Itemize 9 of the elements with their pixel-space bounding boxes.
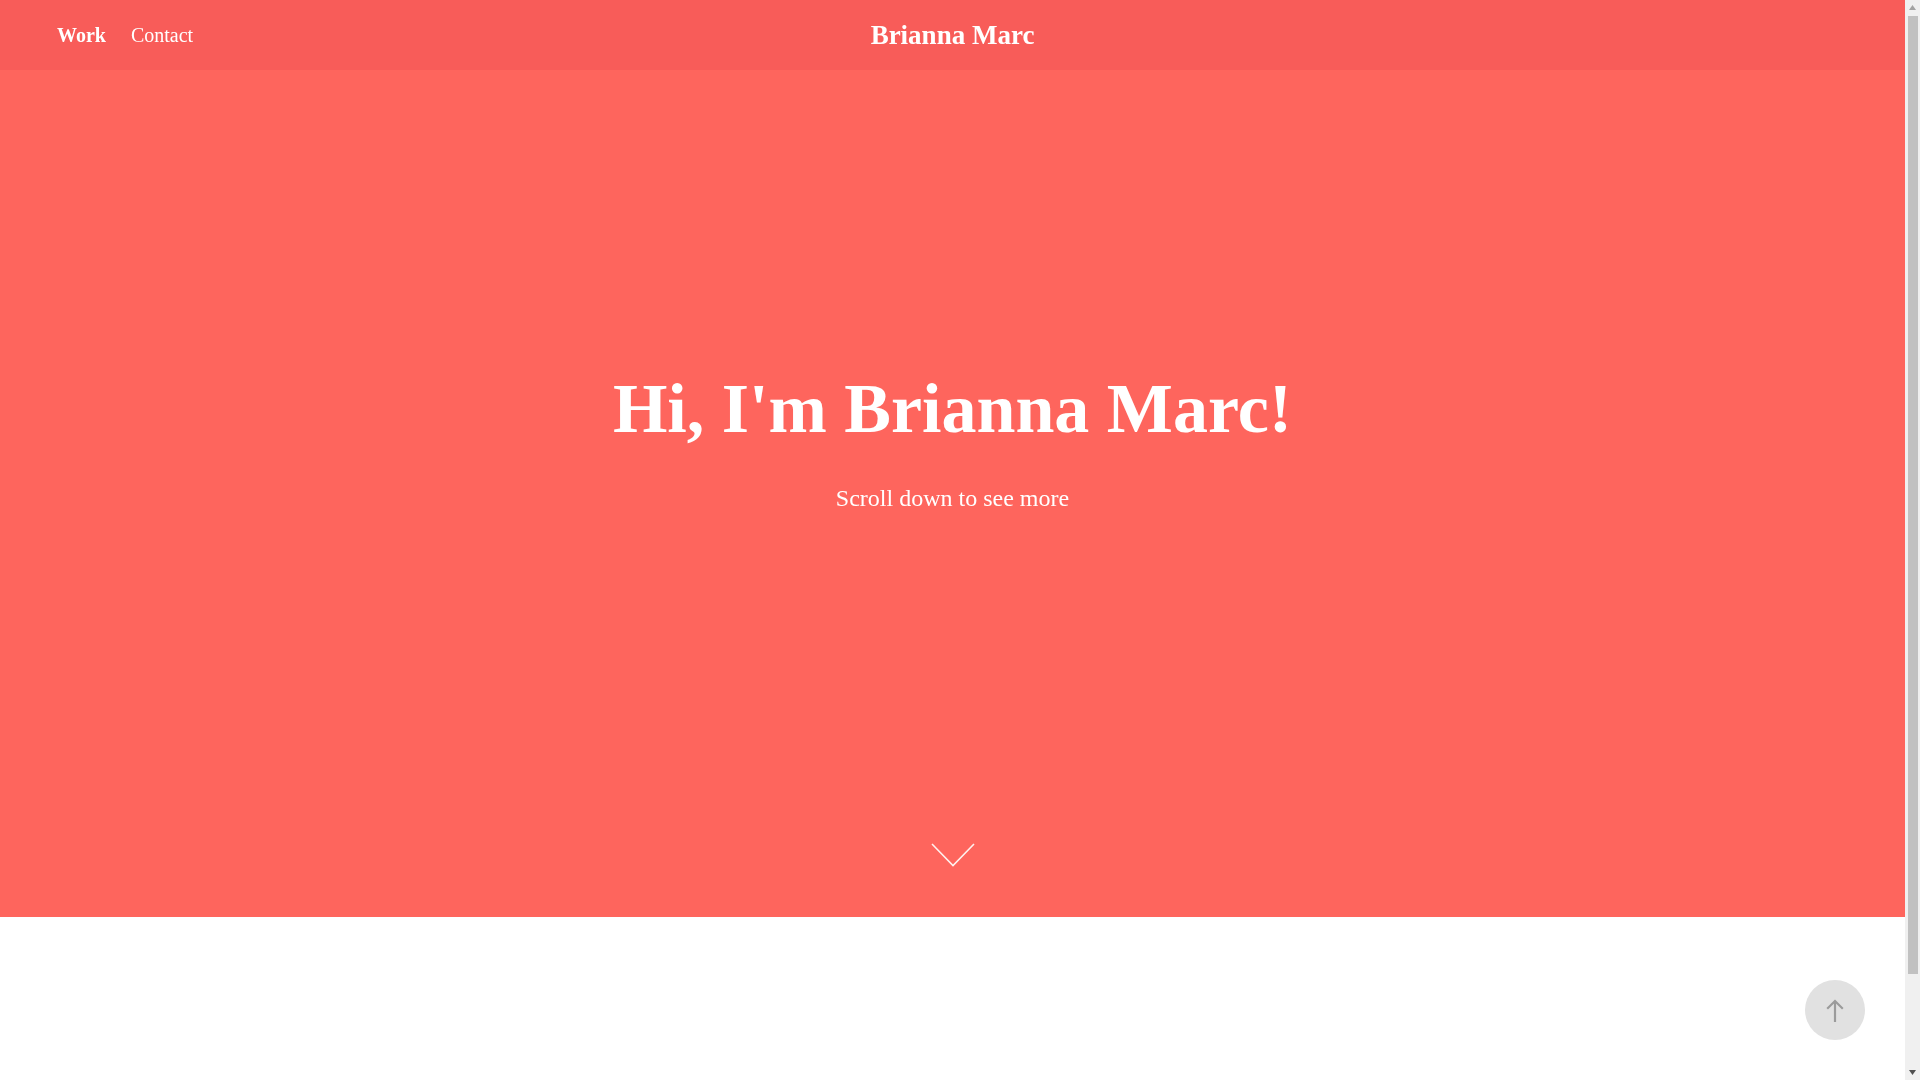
site-title[interactable]: Brianna Marc bbox=[870, 21, 1035, 49]
nav-link[interactable]: Work bbox=[57, 25, 106, 45]
nav-link[interactable]: Contact bbox=[130, 25, 194, 45]
hero-heading: Hi, I'm Brianna Marc! bbox=[612, 374, 1293, 444]
chevron-down-icon bbox=[930, 843, 975, 867]
arrow-up-icon bbox=[1826, 998, 1844, 1022]
hero-subheading: Scroll down to see more bbox=[835, 486, 1070, 510]
scrollbar[interactable] bbox=[1905, 0, 1920, 1080]
back-to-top-button[interactable] bbox=[1805, 980, 1865, 1040]
